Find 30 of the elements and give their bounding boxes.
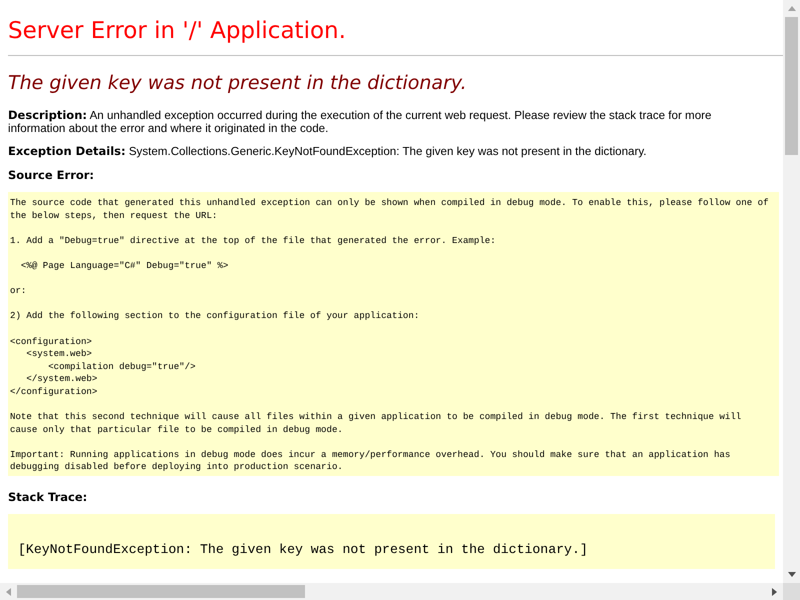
section-heading: Stack Trace: [8, 490, 88, 504]
code-line: <system.web> [25, 348, 93, 361]
code-line: 1. Add a "Debug=true" directive at the top of the file that generated the error. Example: [10, 234, 497, 248]
scroll-left-icon[interactable] [6, 588, 11, 596]
scroll-down-icon[interactable] [788, 572, 796, 577]
code-line: Note that this second technique will cause all files within a given application to be compiled in debug mode. The first technique will [10, 411, 742, 424]
scroll-right-icon[interactable] [772, 588, 777, 596]
code-line: <%@ Page Language="C#" Debug="true" %> [20, 260, 230, 273]
code-line: or: [10, 285, 28, 298]
code-line: <compilation debug="true"/> [47, 360, 197, 374]
scrollbar-thumb[interactable] [785, 17, 798, 155]
horizontal-scrollbar[interactable] [0, 583, 783, 600]
code-line: 2) Add the following section to the configuration file of your application: [10, 310, 420, 323]
code-line: </system.web> [25, 373, 98, 386]
scrollbar-thumb[interactable] [17, 585, 305, 598]
code-line: the below steps, then request the URL: [10, 210, 218, 222]
stack-trace-line: [KeyNotFoundException: The given key was not present in the dictionary.] [18, 541, 589, 560]
vertical-scrollbar[interactable] [783, 0, 800, 583]
exception-details-text: Exception Details: System.Collections.Generic.KeyNotFoundException: The given key was not present in the dictionary. [8, 145, 648, 158]
code-line: debugging disabled before deploying into production scenario. [10, 461, 344, 474]
code-line: Important: Running applications in debug mode does incur a memory/performance overhead. You should make sure that an application has [10, 448, 732, 462]
description-text: Description: An unhandled exception occurred during the execution of the current web request. Please review the stack trace for more information about the error and where it originated in the code. [8, 109, 712, 135]
page-title: Server Error in '/' Application. [8, 17, 347, 45]
code-line: <configuration> [10, 336, 93, 348]
code-line: cause only that particular file to be compiled in debug mode. [10, 424, 344, 436]
section-heading: Source Error: [8, 168, 96, 182]
error-message: The given key was not present in the dictionary. [8, 71, 468, 95]
code-line: </configuration> [10, 386, 98, 398]
code-line: The source code that generated this unhandled exception can only be shown when compiled in debug mode. To enable this, please follow one of [10, 197, 770, 210]
scroll-up-icon[interactable] [788, 6, 796, 11]
